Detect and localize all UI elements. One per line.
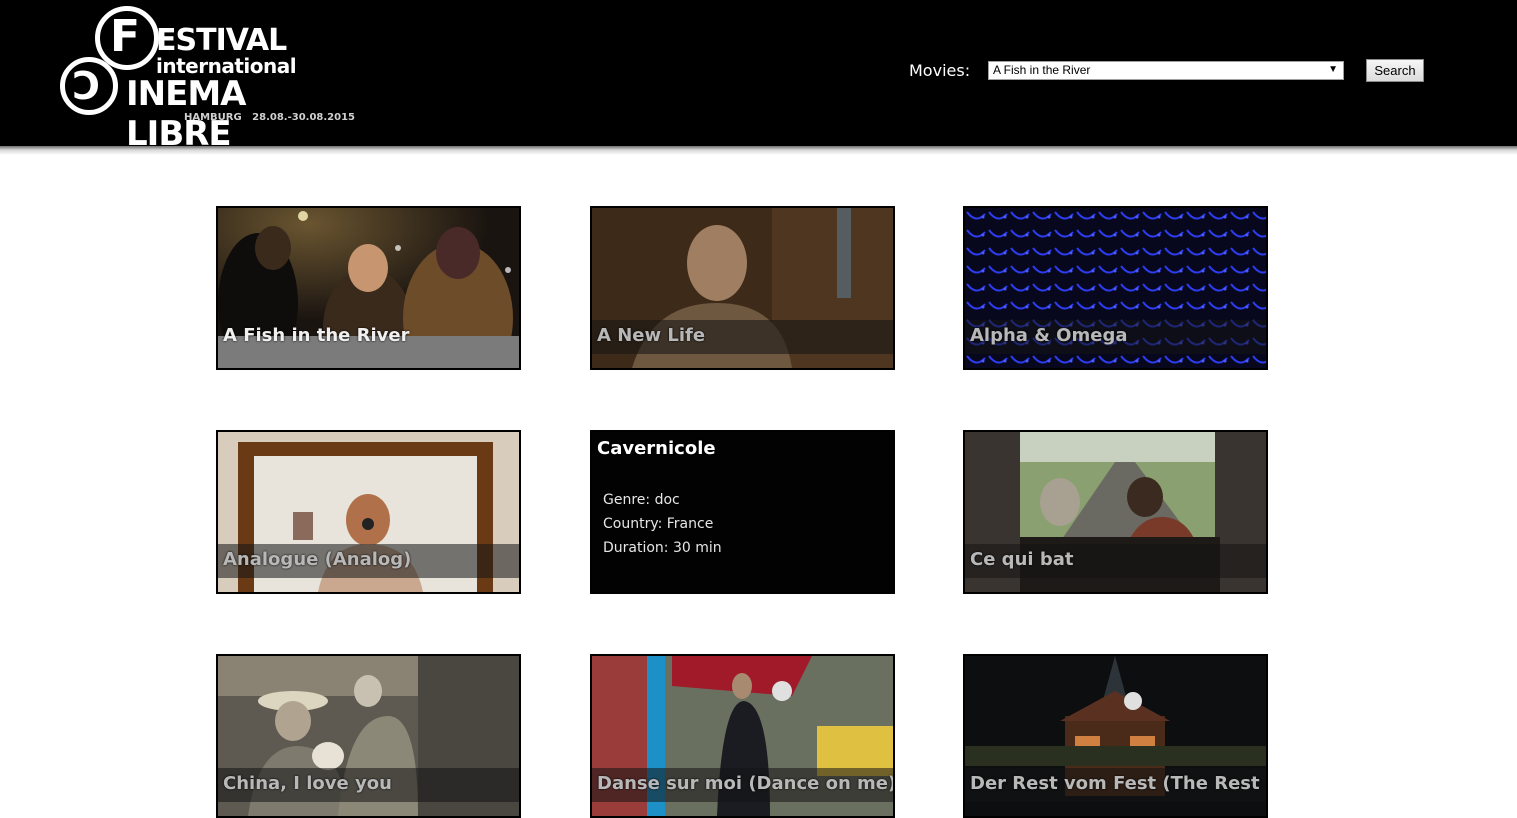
site-header: F C ESTIVAL international INEMA LIBRE HA… <box>0 0 1517 154</box>
movie-info: Genre: doc Country: France Duration: 30 … <box>603 488 722 560</box>
logo-festival-text: ESTIVAL <box>156 23 287 58</box>
movies-select[interactable]: A Fish in the River ▼ <box>988 61 1344 80</box>
movie-duration: Duration: 30 min <box>603 540 722 556</box>
movie-tile[interactable]: Ce qui bat <box>963 430 1268 594</box>
movie-tile[interactable]: Danse sur moi (Dance on me) <box>590 654 895 818</box>
festival-logo[interactable]: F C ESTIVAL international INEMA LIBRE HA… <box>58 6 358 154</box>
movie-title: Alpha & Omega <box>970 325 1128 346</box>
movie-title: Danse sur moi (Dance on me) <box>597 773 895 794</box>
movie-title: A New Life <box>597 325 706 346</box>
movie-tile[interactable]: China, I love you <box>216 654 521 818</box>
movie-tile[interactable]: Der Rest vom Fest (The Rest of <box>963 654 1268 818</box>
movie-country: Country: France <box>603 516 714 532</box>
movie-tile[interactable]: A New Life <box>590 206 895 370</box>
movie-tile[interactable]: A Fish in the River <box>216 206 521 370</box>
movie-title: China, I love you <box>223 773 392 794</box>
movie-title: Ce qui bat <box>970 549 1074 570</box>
movie-title: Der Rest vom Fest (The Rest of <box>970 773 1268 794</box>
movie-title: A Fish in the River <box>223 325 410 346</box>
movie-genre: Genre: doc <box>603 492 680 508</box>
movie-tile[interactable]: Cavernicole Genre: doc Country: France D… <box>590 430 895 594</box>
movie-title: Analogue (Analog) <box>223 549 412 570</box>
logo-letter-c: C <box>72 64 100 108</box>
search-button[interactable]: Search <box>1366 59 1424 82</box>
logo-date-text: HAMBURG 28.08.-30.08.2015 <box>184 112 355 123</box>
movies-label: Movies: <box>909 61 971 80</box>
movies-select-value: A Fish in the River <box>993 63 1091 77</box>
movie-tile[interactable]: Alpha & Omega <box>963 206 1268 370</box>
movie-title: Cavernicole <box>597 438 716 459</box>
movie-tile[interactable]: Analogue (Analog) <box>216 430 521 594</box>
header-shadow <box>0 146 1517 155</box>
logo-letter-f: F <box>110 11 141 62</box>
dropdown-arrow-icon: ▼ <box>1328 64 1338 75</box>
